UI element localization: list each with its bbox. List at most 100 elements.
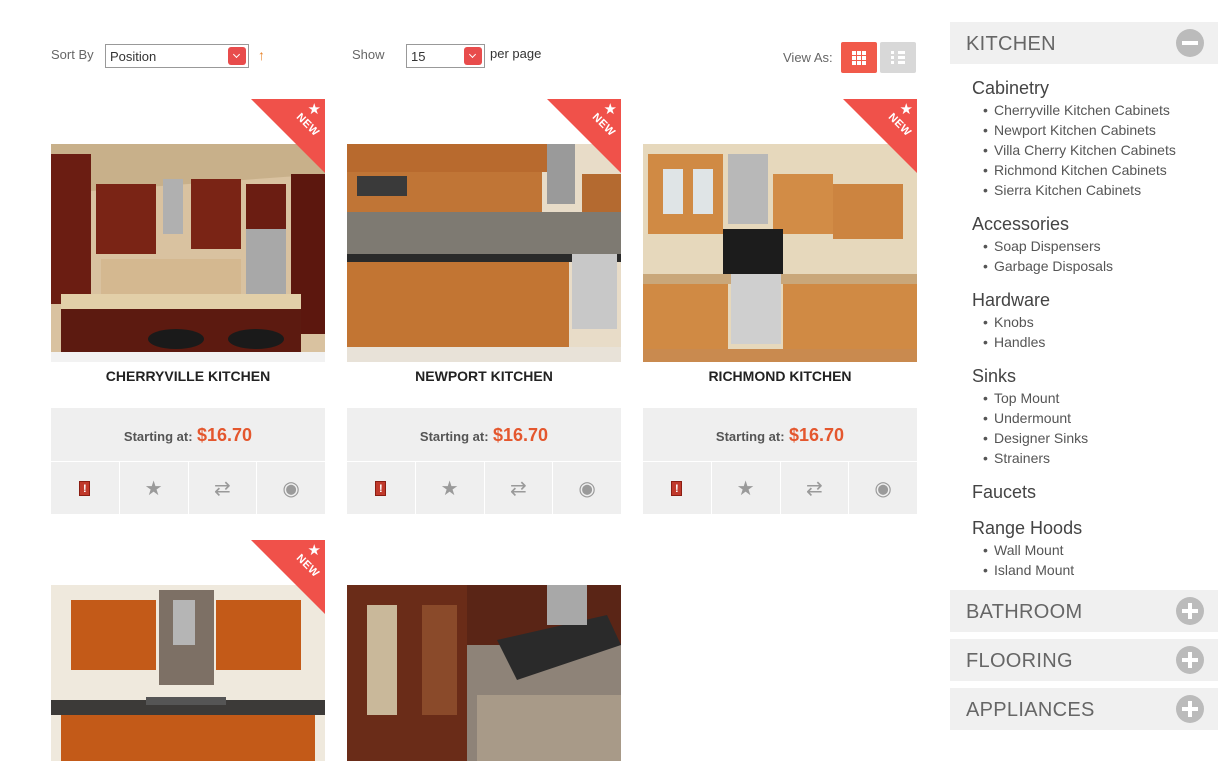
eye-icon: ◉ bbox=[578, 477, 596, 500]
eye-icon: ◉ bbox=[874, 477, 892, 500]
category-link[interactable]: Wall Mount bbox=[983, 540, 1218, 560]
category-title[interactable]: Cabinetry bbox=[972, 76, 1218, 100]
price-box: Starting at: $16.70 bbox=[51, 408, 325, 461]
category-link[interactable]: Designer Sinks bbox=[983, 428, 1218, 448]
price-label: Starting at: bbox=[419, 429, 489, 444]
add-to-wishlist-button[interactable]: ★ bbox=[120, 462, 189, 514]
product-actions: ! ★ ⇄ ◉ bbox=[347, 461, 621, 514]
product-image[interactable] bbox=[643, 144, 917, 362]
accordion-flooring[interactable]: FLOORING bbox=[950, 639, 1218, 681]
new-badge: ★ NEW bbox=[843, 99, 917, 173]
product-image[interactable] bbox=[347, 585, 621, 761]
accordion-appliances[interactable]: APPLIANCES bbox=[950, 688, 1218, 730]
category-faucets: Faucets bbox=[950, 480, 1218, 504]
grid-view-button[interactable] bbox=[841, 42, 877, 73]
category-link[interactable]: Richmond Kitchen Cabinets bbox=[983, 160, 1218, 180]
category-title[interactable]: Range Hoods bbox=[972, 516, 1218, 540]
price-label: Starting at: bbox=[715, 429, 785, 444]
chevron-down-icon[interactable] bbox=[464, 47, 482, 65]
add-to-compare-button[interactable]: ⇄ bbox=[485, 462, 554, 514]
grid-icon bbox=[852, 51, 866, 65]
price-value: $16.70 bbox=[493, 425, 549, 445]
category-link[interactable]: Sierra Kitchen Cabinets bbox=[983, 180, 1218, 200]
category-hardware: Hardware Knobs Handles bbox=[950, 288, 1218, 352]
expand-plus-icon[interactable] bbox=[1176, 695, 1204, 723]
product-image[interactable] bbox=[347, 144, 621, 362]
product-title[interactable]: RICHMOND KITCHEN bbox=[643, 368, 917, 384]
price-label: Starting at: bbox=[123, 429, 193, 444]
star-icon: ★ bbox=[144, 477, 163, 500]
category-title[interactable]: Accessories bbox=[972, 212, 1218, 236]
category-link[interactable]: Soap Dispensers bbox=[983, 236, 1218, 256]
compare-arrows-icon: ⇄ bbox=[805, 477, 823, 500]
category-title[interactable]: Faucets bbox=[972, 480, 1218, 504]
add-to-wishlist-button[interactable]: ★ bbox=[712, 462, 781, 514]
quick-view-button[interactable]: ◉ bbox=[553, 462, 621, 514]
new-badge: ★ NEW bbox=[547, 99, 621, 173]
expand-plus-icon[interactable] bbox=[1176, 597, 1204, 625]
star-icon: ★ bbox=[307, 101, 321, 118]
collapse-minus-icon[interactable] bbox=[1176, 29, 1204, 57]
alert-icon: ! bbox=[79, 480, 91, 496]
list-icon bbox=[891, 51, 905, 65]
category-title[interactable]: Hardware bbox=[972, 288, 1218, 312]
accordion-kitchen-label: KITCHEN bbox=[966, 33, 1056, 55]
toolbar: Sort By Position ↑ Show 15 per page View… bbox=[51, 40, 917, 74]
category-link[interactable]: Strainers bbox=[983, 448, 1218, 468]
category-link[interactable]: Island Mount bbox=[983, 560, 1218, 580]
accordion-bathroom-label: BATHROOM bbox=[966, 601, 1083, 623]
view-as-label: View As: bbox=[783, 50, 833, 65]
category-link[interactable]: Knobs bbox=[983, 312, 1218, 332]
add-to-compare-button[interactable]: ⇄ bbox=[189, 462, 258, 514]
accordion-flooring-label: FLOORING bbox=[966, 650, 1073, 672]
category-sinks: Sinks Top Mount Undermount Designer Sink… bbox=[950, 364, 1218, 468]
product-actions: ! ★ ⇄ ◉ bbox=[51, 461, 325, 514]
price-value: $16.70 bbox=[197, 425, 253, 445]
product-title[interactable]: NEWPORT KITCHEN bbox=[347, 368, 621, 384]
product-image[interactable] bbox=[51, 144, 325, 362]
category-accessories: Accessories Soap Dispensers Garbage Disp… bbox=[950, 212, 1218, 276]
price-box: Starting at: $16.70 bbox=[347, 408, 621, 461]
new-badge: ★ NEW bbox=[251, 540, 325, 614]
compare-arrows-icon: ⇄ bbox=[509, 477, 527, 500]
accordion-kitchen[interactable]: KITCHEN bbox=[950, 22, 1218, 64]
add-to-compare-button[interactable]: ⇄ bbox=[781, 462, 850, 514]
add-to-wishlist-button[interactable]: ★ bbox=[416, 462, 485, 514]
quick-view-button[interactable]: ◉ bbox=[257, 462, 325, 514]
sort-by-value: Position bbox=[110, 49, 157, 64]
limit-value: 15 bbox=[411, 49, 426, 64]
add-to-cart-button[interactable]: ! bbox=[51, 462, 120, 514]
sort-direction-arrow-icon[interactable]: ↑ bbox=[258, 47, 265, 63]
category-link[interactable]: Garbage Disposals bbox=[983, 256, 1218, 276]
eye-icon: ◉ bbox=[282, 477, 300, 500]
new-badge: ★ NEW bbox=[251, 99, 325, 173]
category-title[interactable]: Sinks bbox=[972, 364, 1218, 388]
chevron-down-icon[interactable] bbox=[228, 47, 246, 65]
product-title[interactable]: CHERRYVILLE KITCHEN bbox=[51, 368, 325, 384]
price-value: $16.70 bbox=[789, 425, 845, 445]
expand-plus-icon[interactable] bbox=[1176, 646, 1204, 674]
per-page-label: per page bbox=[490, 46, 542, 61]
limit-select[interactable]: 15 bbox=[406, 44, 485, 68]
accordion-appliances-label: APPLIANCES bbox=[966, 699, 1095, 721]
category-link[interactable]: Handles bbox=[983, 332, 1218, 352]
category-link[interactable]: Cherryville Kitchen Cabinets bbox=[983, 100, 1218, 120]
star-icon: ★ bbox=[440, 477, 459, 500]
category-link[interactable]: Villa Cherry Kitchen Cabinets bbox=[983, 140, 1218, 160]
accordion-bathroom[interactable]: BATHROOM bbox=[950, 590, 1218, 632]
category-sidebar: KITCHEN Cabinetry Cherryville Kitchen Ca… bbox=[950, 22, 1218, 730]
add-to-cart-button[interactable]: ! bbox=[347, 462, 416, 514]
list-view-button[interactable] bbox=[880, 42, 916, 73]
add-to-cart-button[interactable]: ! bbox=[643, 462, 712, 514]
sort-by-select[interactable]: Position bbox=[105, 44, 249, 68]
product-actions: ! ★ ⇄ ◉ bbox=[643, 461, 917, 514]
alert-icon: ! bbox=[671, 480, 683, 496]
category-link[interactable]: Top Mount bbox=[983, 388, 1218, 408]
category-link[interactable]: Undermount bbox=[983, 408, 1218, 428]
quick-view-button[interactable]: ◉ bbox=[849, 462, 917, 514]
category-link[interactable]: Newport Kitchen Cabinets bbox=[983, 120, 1218, 140]
star-icon: ★ bbox=[899, 101, 913, 118]
star-icon: ★ bbox=[603, 101, 617, 118]
star-icon: ★ bbox=[736, 477, 755, 500]
price-box: Starting at: $16.70 bbox=[643, 408, 917, 461]
